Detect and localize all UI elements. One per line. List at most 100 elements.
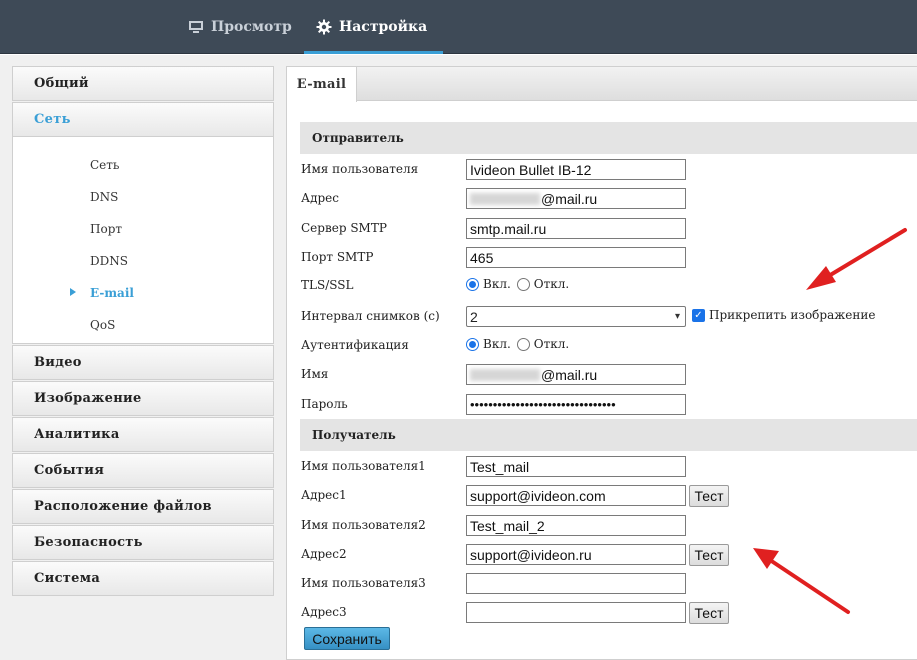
tab-settings-label: Настройка	[339, 19, 428, 35]
field-label: Имя пользователя3	[301, 576, 426, 590]
top-navigation-bar: Просмотр Настройка	[0, 0, 917, 54]
checkbox-label: Прикрепить изображение	[709, 308, 876, 322]
redacted-blur	[470, 368, 540, 381]
recipient-address-2-input[interactable]: support@ivideon.ru	[466, 544, 686, 565]
tab-view-label: Просмотр	[211, 19, 292, 35]
sidebar-item-image[interactable]: Изображение	[12, 381, 274, 416]
sidebar-item-label: Сеть	[34, 112, 71, 127]
auth-on-radio[interactable]	[466, 337, 479, 351]
sidebar-item-label: Аналитика	[34, 427, 120, 442]
field-label: Порт SMTP	[301, 250, 374, 264]
tls-off-radio[interactable]	[516, 277, 530, 291]
section-title: Получатель	[312, 428, 396, 442]
sidebar-item-system[interactable]: Система	[12, 561, 274, 596]
field-value: smtp.mail.ru	[470, 220, 547, 237]
section-sender: Отправитель	[300, 122, 917, 154]
field-label: Имя пользователя1	[301, 459, 426, 473]
field-label: Сервер SMTP	[301, 221, 387, 235]
submenu-item-dns[interactable]: DNS	[13, 181, 273, 213]
sidebar: Общий Сеть Сеть DNS Порт DDNS E-mail QoS…	[12, 66, 274, 597]
field-value: Test_mail	[470, 458, 530, 475]
sender-address-input[interactable]: @mail.ru	[466, 188, 686, 209]
active-marker-icon	[70, 288, 76, 296]
field-value: support@ivideon.ru	[470, 546, 592, 563]
attach-image-control: ✓ Прикрепить изображение	[692, 308, 875, 322]
button-label: Тест	[694, 488, 724, 504]
redacted-blur	[470, 192, 540, 205]
password-input[interactable]: ••••••••••••••••••••••••••••••••	[466, 394, 686, 415]
field-value: Test_mail_2	[470, 517, 545, 534]
button-label: Сохранить	[312, 630, 382, 647]
radio-label: Вкл.	[483, 277, 511, 291]
attach-image-checkbox[interactable]: ✓	[692, 308, 705, 322]
submenu-item-ddns[interactable]: DDNS	[13, 245, 273, 277]
test-button-2[interactable]: Тест	[689, 544, 729, 566]
sidebar-item-analytics[interactable]: Аналитика	[12, 417, 274, 452]
smtp-server-input[interactable]: smtp.mail.ru	[466, 218, 686, 239]
sidebar-item-security[interactable]: Безопасность	[12, 525, 274, 560]
auth-radio-group: Вкл. Откл.	[466, 337, 569, 351]
submenu-item-network[interactable]: Сеть	[13, 149, 273, 181]
field-label: Имя пользователя	[301, 162, 419, 176]
tab-email[interactable]: E-mail	[287, 67, 357, 102]
recipient-address-3-input[interactable]	[466, 602, 686, 623]
submenu-item-qos[interactable]: QoS	[13, 309, 273, 341]
save-button[interactable]: Сохранить	[304, 627, 390, 650]
network-submenu: Сеть DNS Порт DDNS E-mail QoS	[12, 137, 274, 344]
submenu-label: DNS	[90, 190, 119, 204]
sidebar-item-file-location[interactable]: Расположение файлов	[12, 489, 274, 524]
field-label: Пароль	[301, 397, 348, 411]
submenu-label: E-mail	[90, 286, 134, 300]
sidebar-item-general[interactable]: Общий	[12, 66, 274, 101]
submenu-item-email[interactable]: E-mail	[13, 277, 273, 309]
field-label: Имя	[301, 367, 329, 381]
recipient-address-1-input[interactable]: support@ivideon.com	[466, 485, 686, 506]
tab-email-label: E-mail	[296, 77, 347, 92]
sidebar-item-label: Система	[34, 571, 101, 586]
monitor-icon	[188, 19, 204, 35]
panel-tabs	[287, 67, 917, 101]
field-value: 465	[470, 249, 494, 266]
field-label: Адрес1	[301, 488, 347, 502]
sidebar-item-events[interactable]: События	[12, 453, 274, 488]
field-label: Адрес	[301, 191, 339, 205]
sidebar-item-label: Безопасность	[34, 535, 143, 550]
tab-view[interactable]: Просмотр	[188, 0, 292, 54]
sidebar-item-video[interactable]: Видео	[12, 345, 274, 380]
auth-name-input[interactable]: @mail.ru	[466, 364, 686, 385]
sidebar-item-label: Расположение файлов	[34, 499, 212, 514]
test-button-1[interactable]: Тест	[689, 485, 729, 507]
submenu-item-port[interactable]: Порт	[13, 213, 273, 245]
sidebar-item-label: События	[34, 463, 105, 478]
recipient-username-1-input[interactable]: Test_mail	[466, 456, 686, 477]
sidebar-item-label: Видео	[34, 355, 82, 370]
radio-label: Вкл.	[483, 337, 511, 351]
radio-label: Откл.	[533, 337, 570, 351]
field-label: TLS/SSL	[301, 278, 354, 292]
section-title: Отправитель	[312, 131, 404, 145]
test-button-3[interactable]: Тест	[689, 602, 729, 624]
tab-settings[interactable]: Настройка	[303, 0, 444, 54]
recipient-username-3-input[interactable]	[466, 573, 686, 594]
recipient-username-2-input[interactable]: Test_mail_2	[466, 515, 686, 536]
field-label: Аутентификация	[301, 338, 409, 352]
submenu-label: Порт	[90, 222, 123, 236]
field-label: Адрес2	[301, 547, 347, 561]
smtp-port-input[interactable]: 465	[466, 247, 686, 268]
submenu-label: DDNS	[90, 254, 128, 268]
field-value: ••••••••••••••••••••••••••••••••	[470, 397, 616, 412]
tls-on-radio[interactable]	[466, 277, 479, 291]
button-label: Тест	[694, 605, 724, 621]
sender-username-input[interactable]: Ivideon Bullet IB-12	[466, 159, 686, 180]
radio-label: Откл.	[533, 277, 570, 291]
field-label: Имя пользователя2	[301, 518, 426, 532]
auth-off-radio[interactable]	[516, 337, 530, 351]
field-value: Ivideon Bullet IB-12	[470, 161, 592, 178]
gear-icon	[316, 19, 332, 35]
field-value: @mail.ru	[541, 366, 598, 383]
button-label: Тест	[694, 547, 724, 563]
select-value: 2	[470, 308, 478, 325]
sidebar-item-network[interactable]: Сеть	[12, 102, 274, 137]
interval-select[interactable]: 2 ▾	[466, 306, 686, 327]
field-value: support@ivideon.com	[470, 487, 606, 504]
